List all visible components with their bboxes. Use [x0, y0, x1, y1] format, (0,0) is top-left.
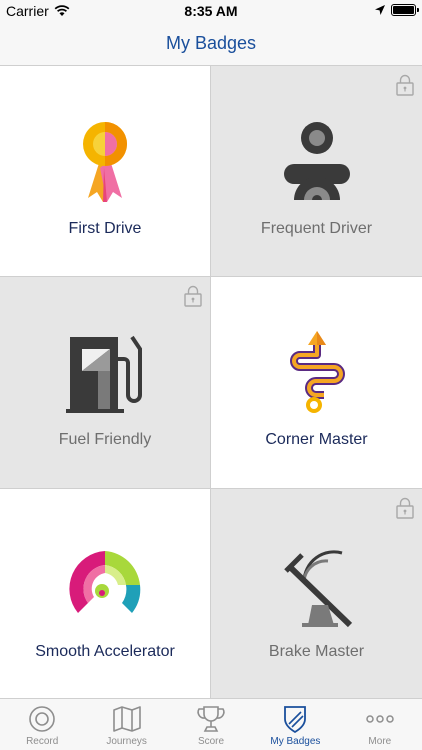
trophy-icon	[197, 706, 225, 732]
badge-label: Brake Master	[268, 643, 365, 660]
tab-label: Record	[26, 736, 59, 747]
badge-corner-master[interactable]: Corner Master	[211, 277, 422, 488]
map-icon	[112, 706, 141, 732]
tab-my-badges[interactable]: My Badges	[253, 699, 337, 750]
badge-frequent-driver[interactable]: Frequent Driver	[211, 66, 422, 276]
more-dots-icon	[366, 715, 394, 723]
tab-label: My Badges	[270, 736, 321, 747]
badge-first-drive[interactable]: First Drive	[0, 66, 210, 276]
brake-pedal-icon	[283, 550, 352, 628]
tab-score[interactable]: Score	[169, 699, 253, 750]
record-icon	[29, 706, 56, 732]
tab-record[interactable]: Record	[0, 699, 84, 750]
badge-label: Smooth Accelerator	[35, 643, 175, 660]
badge-brake-master[interactable]: Brake Master	[211, 489, 422, 699]
tab-label: Journeys	[106, 736, 147, 747]
winding-road-icon	[289, 331, 345, 413]
status-bar: Carrier 8:35 AM	[0, 0, 422, 22]
badge-label: First Drive	[68, 220, 142, 237]
tab-label: More	[368, 736, 392, 747]
fuel-pump-icon	[66, 335, 142, 413]
badge-smooth-accelerator[interactable]: Smooth Accelerator	[0, 489, 210, 699]
ribbon-icon	[83, 122, 127, 202]
tab-bar: Record Journeys Score My Badges More	[0, 698, 422, 750]
badge-label: Frequent Driver	[260, 220, 373, 237]
tab-label: Score	[197, 736, 225, 747]
shield-icon	[284, 706, 307, 734]
badge-fuel-friendly[interactable]: Fuel Friendly	[0, 277, 210, 488]
tab-more[interactable]: More	[338, 699, 422, 750]
lock-icon	[396, 497, 414, 519]
badge-label: Corner Master	[265, 431, 368, 448]
driver-icon	[283, 122, 350, 200]
badge-label: Fuel Friendly	[58, 431, 152, 448]
tab-journeys[interactable]: Journeys	[84, 699, 168, 750]
location-arrow-icon	[375, 5, 385, 15]
lock-icon	[396, 74, 414, 96]
nav-bar: My Badges	[0, 22, 422, 66]
status-right	[375, 4, 419, 16]
badge-grid: First Drive Frequent Driver Fuel Friendl…	[0, 66, 422, 699]
lock-icon	[184, 285, 202, 307]
clock: 8:35 AM	[184, 3, 238, 19]
battery-icon	[391, 4, 419, 16]
speedometer-icon	[69, 551, 141, 613]
page-title: My Badges	[165, 33, 257, 53]
